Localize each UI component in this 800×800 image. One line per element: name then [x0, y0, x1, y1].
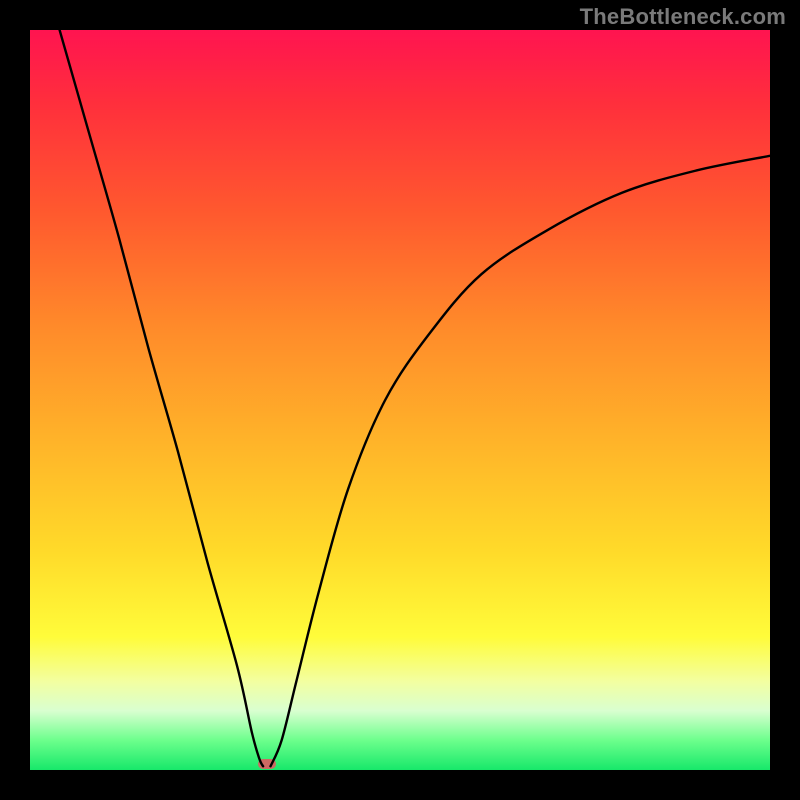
curve-left-branch [60, 30, 264, 766]
chart-root: TheBottleneck.com [0, 0, 800, 800]
watermark-text: TheBottleneck.com [580, 4, 786, 30]
curve-layer [30, 30, 770, 770]
curve-right-branch [271, 156, 771, 767]
